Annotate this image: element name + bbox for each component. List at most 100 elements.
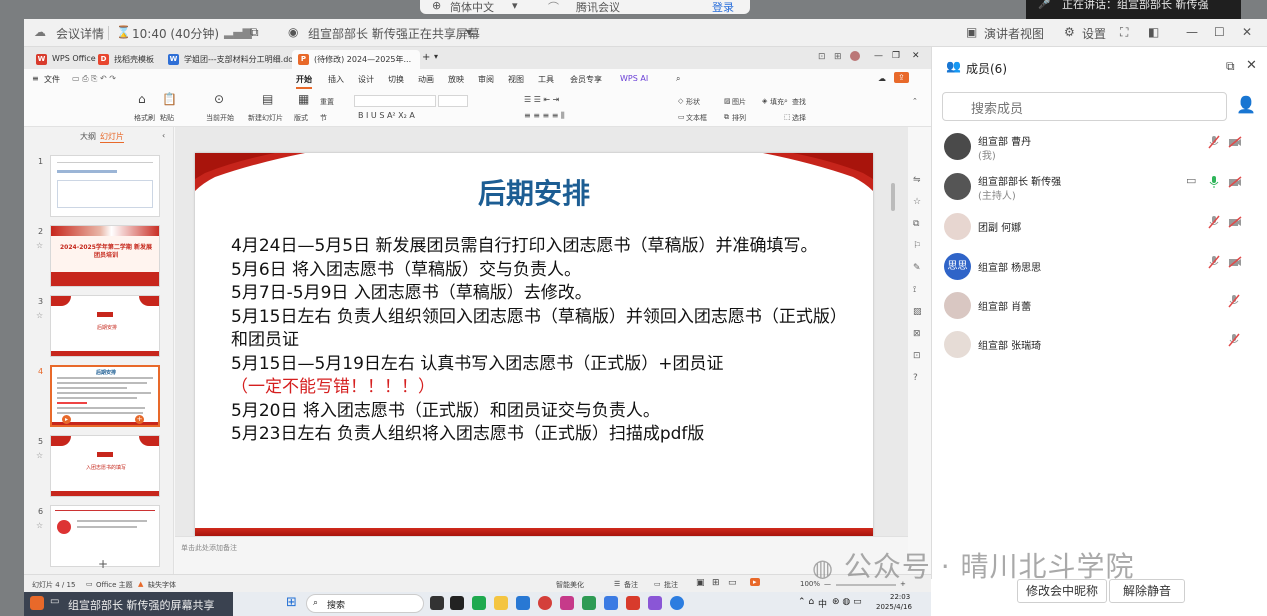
app-icon[interactable] [648,596,662,610]
font-size-select[interactable] [438,95,468,107]
app-icon[interactable] [450,596,464,610]
language-selector[interactable]: 简体中文 [450,0,494,15]
browser-icon[interactable] [538,596,552,610]
reading-view-icon[interactable]: ▭ [728,578,737,588]
slide-thumbnail-1[interactable] [50,155,160,217]
member-search-input[interactable] [942,92,1227,121]
mic-muted-icon[interactable] [1228,333,1240,347]
current-slide[interactable]: 后期安排 4月24日—5月5日 新发展团员需自行打印入团志愿书（草稿版）并准确填… [195,153,873,536]
play-icon[interactable]: ▸ [62,415,71,424]
tab-member[interactable]: 会员专享 [570,74,602,85]
add-icon[interactable]: + [135,415,144,424]
view-mode-button[interactable]: 演讲者视图 [984,25,1044,42]
invite-member-icon[interactable]: 👤 [1236,95,1256,114]
tab-home[interactable]: 开始 [296,74,312,89]
add-slide-button[interactable]: + [98,557,108,571]
notes-button[interactable]: 备注 [624,580,638,590]
chart-icon[interactable]: ⊠ [913,329,921,339]
new-tab-icon[interactable]: + [422,52,430,63]
layout-icon[interactable]: ▦ [298,92,309,106]
app-icon[interactable] [670,596,684,610]
windows-start-icon[interactable]: ⊞ [286,595,297,610]
copy-icon[interactable]: ⧉ [913,219,919,229]
select-button[interactable]: 选择 [792,113,806,123]
tab-review[interactable]: 审阅 [478,74,494,85]
paste-icon[interactable]: 📋 [162,92,177,106]
find-button[interactable]: 查找 [792,97,806,107]
format-painter-button[interactable]: 格式刷 [134,113,155,123]
member-row[interactable]: 团副 何娜 [942,211,1262,247]
system-tray-icons[interactable]: ⌃ ⌂ [798,597,814,607]
slide-thumbnail-5[interactable]: 入团志愿书的填写 [50,435,160,497]
ime-indicator[interactable]: 中 [818,597,827,610]
popout-icon[interactable]: ⧉ [1226,59,1235,74]
slideshow-button[interactable]: ▸ [750,578,760,586]
member-row[interactable]: 组宣部 肖蕾 [942,290,1262,326]
collapse-ribbon-icon[interactable]: ⌃ [912,97,918,105]
minimize-icon[interactable]: — [1186,25,1198,39]
tab-tools[interactable]: 工具 [538,74,554,85]
fill-icon[interactable]: ◈ [762,97,767,105]
screen-share-chip[interactable]: ▭ 组宣部部长 靳传强的屏幕共享 [24,592,233,616]
settings-button[interactable]: 设置 [1082,25,1106,42]
mic-muted-icon[interactable] [1208,255,1220,269]
quick-access-icons[interactable]: ▭ ⎙ ⎘ ↶ ↷ [72,74,116,84]
app-icon[interactable] [582,596,596,610]
sharing-status[interactable]: 组宣部部长 靳传强正在共享屏幕 [308,25,480,42]
play-icon[interactable]: ⊙ [214,92,224,106]
help-icon[interactable]: ? [913,373,918,383]
textbox-icon[interactable]: ▭ [678,113,685,121]
smart-beauty-button[interactable]: 智能美化 [556,580,584,590]
sorter-view-icon[interactable]: ⊞ [712,578,720,588]
member-row[interactable]: 组宣部 曹丹 (我) [942,131,1262,167]
close-icon[interactable]: ✕ [1242,25,1252,39]
file-explorer-icon[interactable] [494,596,508,610]
section-button[interactable]: 节 [320,113,327,123]
minimize-icon[interactable]: — [874,51,883,61]
missing-font-button[interactable]: 缺失字体 [148,580,176,590]
tencent-meeting-icon[interactable] [604,596,618,610]
app-icon[interactable] [516,596,530,610]
edit-icon[interactable]: ✎ [913,263,921,273]
member-row[interactable]: 组宣部 张瑞琦 [942,329,1262,365]
arrange-icon[interactable]: ⧉ [724,113,729,122]
search-icon[interactable]: ⌕ [676,74,680,84]
tab-design[interactable]: 设计 [358,74,374,85]
arrange-button[interactable]: 排列 [732,113,746,123]
grid-icon[interactable]: ⊞ [834,52,842,62]
list-icons[interactable]: ☰ ☰ ⇤ ⇥ [524,95,559,104]
menu-icon[interactable]: ≡ [32,74,39,83]
camera-off-icon[interactable] [1228,136,1242,148]
unmute-all-button[interactable]: 解除静音 [1109,579,1185,603]
restore-icon[interactable]: ❐ [892,51,900,61]
share-button[interactable]: ⇪ [894,72,909,83]
slide-thumbnail-4[interactable]: 后期安排 ▸ + [50,365,160,427]
tab-templates[interactable]: D 找稻壳模板 [92,50,160,69]
slide-thumbnail-3[interactable]: 后期安排 [50,295,160,357]
camera-off-icon[interactable] [1228,216,1242,228]
wps-app-icon[interactable] [626,596,640,610]
slides-tab[interactable]: 幻灯片 [100,131,124,143]
rename-button[interactable]: 修改会中昵称 [1017,579,1107,603]
tab-animation[interactable]: 动画 [418,74,434,85]
popout-icon[interactable]: ⧉ [250,25,259,40]
window-menu-icon[interactable]: ⊡ [818,52,826,62]
from-current-button[interactable]: 当前开始 [206,113,234,123]
mic-muted-icon[interactable] [1228,294,1240,308]
textbox-button[interactable]: 文本框 [686,113,707,123]
transition-icon[interactable]: ⚐ [913,241,921,251]
text-format-icons[interactable]: B I U S A² X₂ A [358,111,415,120]
normal-view-icon[interactable]: ▣ [696,578,705,588]
fullscreen-icon[interactable]: ⛶ [1120,25,1128,40]
layers-icon[interactable]: ⟟ [913,285,916,295]
mic-muted-icon[interactable] [1208,215,1220,229]
tab-wps-ai[interactable]: WPS AI [620,74,648,83]
shape-icon[interactable]: ◇ [678,97,683,105]
fill-button[interactable]: 填充 [770,97,784,107]
paste-button[interactable]: 粘贴 [160,113,174,123]
user-avatar[interactable] [850,51,860,61]
image-icon[interactable]: ▨ [913,307,922,317]
tab-view[interactable]: 视图 [508,74,524,85]
format-painter-icon[interactable]: ⌂ [138,92,146,106]
tab-wps-office[interactable]: W WPS Office [30,50,102,69]
